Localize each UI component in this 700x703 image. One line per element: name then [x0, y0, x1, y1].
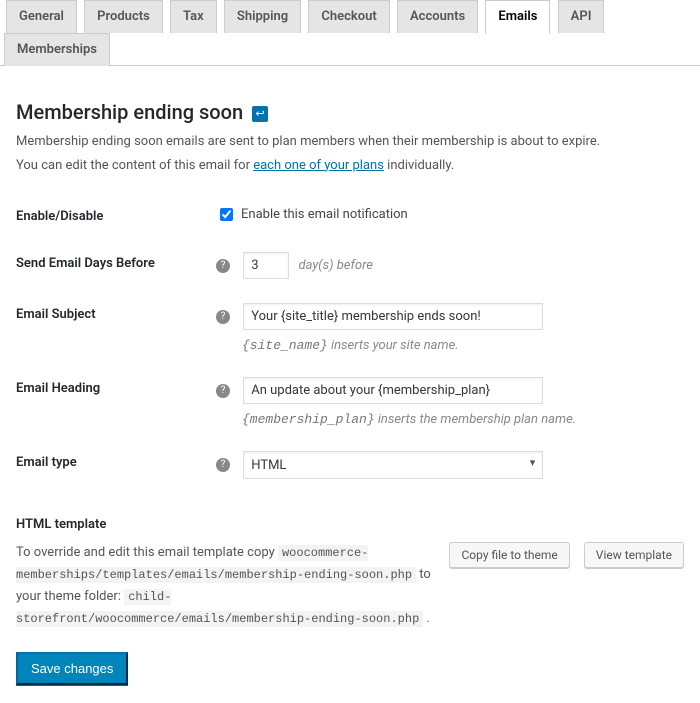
- heading-hint-text: inserts the membership plan name.: [375, 412, 576, 427]
- subject-hint: {site_name} inserts your site name.: [242, 338, 684, 353]
- tab-api[interactable]: API: [558, 0, 605, 33]
- save-changes-button[interactable]: Save changes: [16, 652, 128, 685]
- template-text-before: To override and edit this email template…: [16, 545, 278, 560]
- tab-general[interactable]: General: [6, 0, 77, 33]
- page-title: Membership ending soon ↩: [16, 100, 684, 124]
- tab-products[interactable]: Products: [84, 0, 163, 33]
- description-line2-after: individually.: [384, 158, 454, 173]
- subject-label: Email Subject: [16, 291, 216, 365]
- email-type-label: Email type: [16, 439, 216, 491]
- description-line2: You can edit the content of this email f…: [16, 156, 684, 176]
- plans-link[interactable]: each one of your plans: [253, 158, 384, 173]
- template-text-after: .: [423, 611, 430, 626]
- email-type-select[interactable]: HTML: [243, 451, 543, 479]
- help-icon[interactable]: ?: [216, 384, 230, 398]
- tab-checkout[interactable]: Checkout: [308, 0, 389, 33]
- enable-checkbox-label: Enable this email notification: [241, 207, 408, 222]
- heading-label: Email Heading: [16, 365, 216, 439]
- heading-hint: {membership_plan} inserts the membership…: [242, 412, 684, 427]
- tab-emails[interactable]: Emails: [485, 0, 550, 34]
- tab-tax[interactable]: Tax: [170, 0, 217, 33]
- back-icon[interactable]: ↩: [252, 106, 268, 122]
- help-icon[interactable]: ?: [216, 458, 230, 472]
- days-before-suffix: day(s) before: [298, 258, 372, 273]
- subject-hint-text: inserts your site name.: [328, 338, 459, 353]
- enable-checkbox-wrap[interactable]: Enable this email notification: [216, 205, 408, 224]
- template-heading: HTML template: [16, 517, 684, 532]
- tab-accounts[interactable]: Accounts: [397, 0, 478, 33]
- tabs-bar: General Products Tax Shipping Checkout A…: [0, 0, 700, 66]
- help-icon[interactable]: ?: [216, 310, 230, 324]
- subject-input[interactable]: [243, 303, 543, 330]
- tab-shipping[interactable]: Shipping: [224, 0, 301, 33]
- description-line2-before: You can edit the content of this email f…: [16, 158, 253, 173]
- heading-input[interactable]: [243, 377, 543, 404]
- enable-label: Enable/Disable: [16, 193, 216, 240]
- heading-hint-code: {membership_plan}: [242, 412, 375, 427]
- tab-memberships[interactable]: Memberships: [4, 33, 110, 66]
- days-before-input[interactable]: [243, 252, 289, 279]
- view-template-button[interactable]: View template: [584, 542, 684, 568]
- template-text: To override and edit this email template…: [16, 542, 435, 630]
- copy-file-button[interactable]: Copy file to theme: [449, 542, 569, 568]
- enable-checkbox[interactable]: [220, 208, 233, 221]
- days-before-label: Send Email Days Before: [16, 240, 216, 291]
- subject-hint-code: {site_name}: [242, 338, 328, 353]
- help-icon[interactable]: ?: [216, 259, 230, 273]
- page-title-text: Membership ending soon: [16, 100, 243, 124]
- description-line1: Membership ending soon emails are sent t…: [16, 132, 684, 152]
